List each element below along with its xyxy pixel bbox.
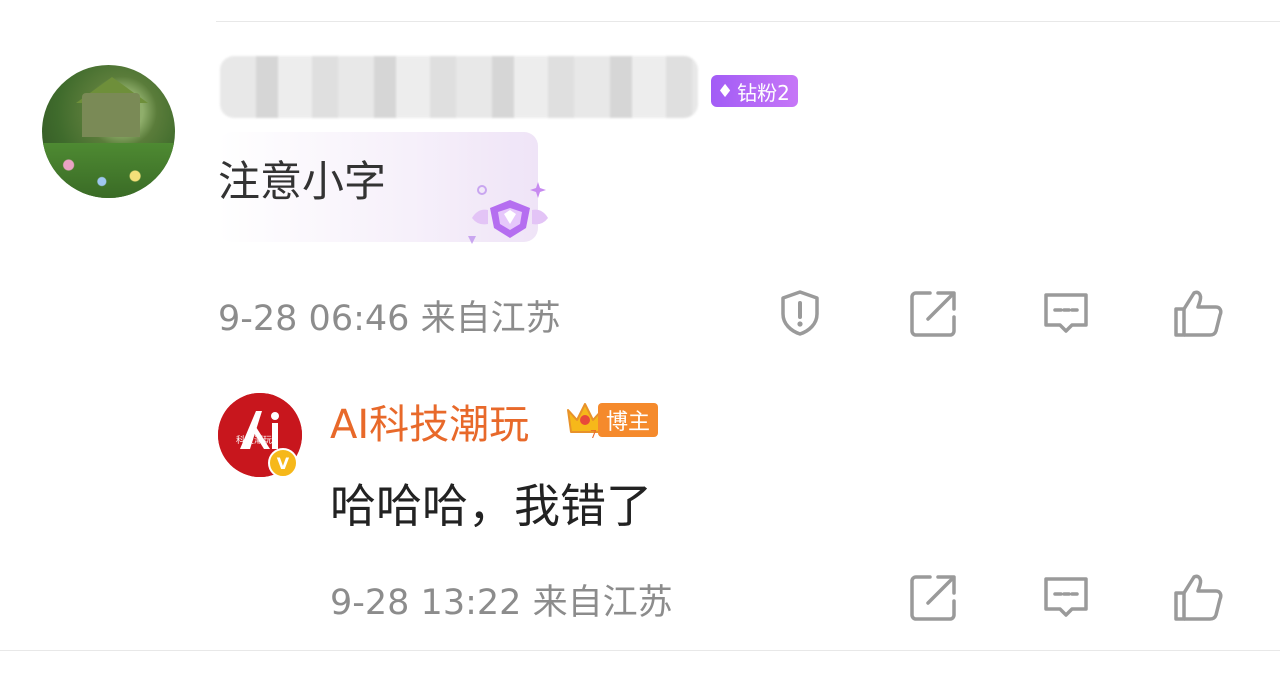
thumbs-up-icon [1174, 574, 1223, 621]
comment-icon [1044, 577, 1088, 617]
reply-like-button[interactable] [1172, 571, 1224, 623]
fan-badge-label: 钻粉2 [737, 80, 790, 105]
reply-share-button[interactable] [908, 571, 960, 623]
comment-icon [1044, 293, 1088, 333]
diamond-icon: ♦ [717, 80, 734, 102]
username-redacted[interactable] [220, 56, 698, 118]
bottom-divider [0, 650, 1280, 651]
like-button[interactable] [1172, 287, 1224, 339]
comment-text: 注意小字 [218, 157, 387, 206]
reply-time: 9-28 13:22 [330, 583, 522, 623]
report-button[interactable] [774, 287, 826, 339]
external-link-icon [910, 291, 956, 337]
reply-text: 哈哈哈，我错了 [330, 479, 652, 533]
share-button[interactable] [908, 287, 960, 339]
reply-location: 来自江苏 [532, 583, 673, 623]
blogger-role-tag: 博主 [598, 403, 659, 437]
reply-comment-button[interactable] [1040, 571, 1092, 623]
verified-badge: V [268, 448, 298, 478]
top-divider [216, 21, 1280, 22]
external-link-icon [910, 575, 956, 621]
thumbs-up-icon [1174, 290, 1223, 337]
fan-level-badge[interactable]: ♦ 钻粉2 [711, 75, 798, 107]
reply-author-name[interactable]: AI科技潮玩 [330, 392, 529, 450]
comment-location: 来自江苏 [420, 299, 561, 339]
reply-meta: 9-28 13:22 来自江苏 [330, 574, 673, 625]
shield-alert-icon [781, 290, 819, 336]
diamond-decoration-icon [468, 182, 548, 244]
avatar-mini-text: 科技潮玩 [236, 436, 273, 446]
reply-button[interactable] [1040, 287, 1092, 339]
user-avatar[interactable] [42, 65, 175, 198]
crown-level: 7 [590, 428, 597, 440]
comment-time: 9-28 06:46 [218, 299, 410, 339]
comment-meta: 9-28 06:46 来自江苏 [218, 290, 561, 341]
